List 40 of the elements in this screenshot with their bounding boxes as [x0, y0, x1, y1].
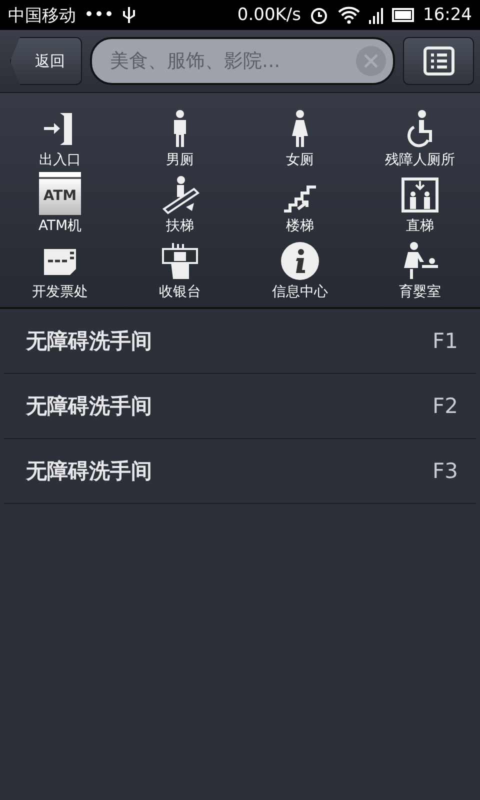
- back-button[interactable]: 返回: [10, 37, 82, 85]
- facility-label[interactable]: 女厕: [286, 151, 314, 169]
- result-row[interactable]: 无障碍洗手间 F3: [4, 439, 476, 504]
- battery-icon: [391, 7, 415, 23]
- search-bar[interactable]: 美食、服饰、影院...: [90, 37, 396, 85]
- facility-label[interactable]: 出入口: [39, 151, 81, 169]
- usb-icon: [122, 5, 136, 25]
- facility-label[interactable]: ATM机: [38, 217, 82, 235]
- wifi-icon: [337, 6, 361, 24]
- facility-label[interactable]: 育婴室: [399, 283, 441, 301]
- network-speed: 0.00K/s: [237, 5, 301, 25]
- list-menu-button[interactable]: [403, 37, 474, 85]
- alarm-clock-icon: [309, 5, 329, 25]
- result-row[interactable]: 无障碍洗手间 F1: [4, 309, 476, 374]
- floor-label: F3: [432, 459, 458, 483]
- carrier-name: 中国移动: [8, 4, 76, 26]
- clock-time: 16:24: [423, 5, 472, 25]
- elevator-icon: [400, 175, 440, 215]
- search-field[interactable]: 美食、服饰、影院...: [108, 49, 356, 73]
- notification-dots: •••: [84, 5, 114, 25]
- facility-label[interactable]: 男厕: [166, 151, 194, 169]
- result-row[interactable]: 无障碍洗手间 F2: [4, 374, 476, 439]
- info-icon: [280, 241, 320, 281]
- list-icon: [422, 46, 455, 76]
- floor-label: F2: [432, 394, 458, 418]
- facility-label[interactable]: 直梯: [406, 217, 434, 235]
- facility-label[interactable]: 残障人厕所: [385, 151, 455, 169]
- facility-label[interactable]: 楼梯: [286, 217, 314, 235]
- cash-register-icon: [160, 241, 200, 281]
- place-name: 无障碍洗手间: [26, 393, 152, 420]
- floor-label: F1: [432, 329, 458, 353]
- facility-label[interactable]: 开发票处: [32, 283, 88, 301]
- facility-label[interactable]: 收银台: [159, 283, 201, 301]
- facility-label[interactable]: 信息中心: [272, 283, 328, 301]
- place-name: 无障碍洗手间: [26, 458, 152, 485]
- place-name: 无障碍洗手间: [26, 328, 152, 355]
- facility-label[interactable]: 扶梯: [166, 217, 194, 235]
- atm-icon: ATM: [39, 172, 81, 215]
- signal-icon: [369, 6, 383, 24]
- escalator-icon: [160, 175, 200, 215]
